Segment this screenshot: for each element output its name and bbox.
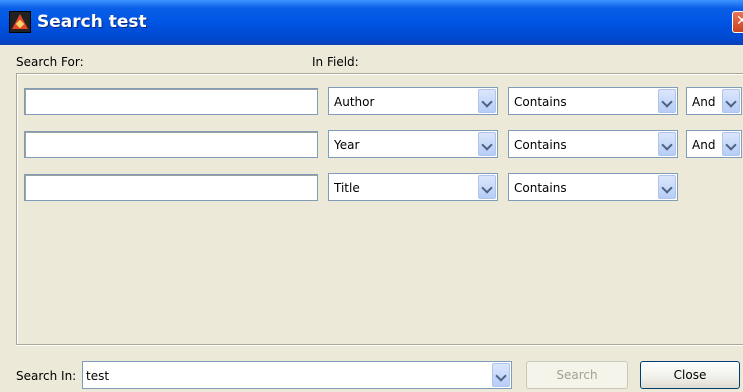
close-button[interactable]: Close bbox=[640, 361, 740, 389]
connector-select-2[interactable]: And bbox=[686, 130, 742, 158]
window-close-icon[interactable]: ✕ bbox=[732, 11, 743, 33]
window-title: Search test bbox=[37, 12, 147, 32]
condition-select-3[interactable]: Contains bbox=[508, 173, 678, 201]
chevron-down-icon[interactable] bbox=[492, 363, 510, 387]
search-for-label: Search For: bbox=[16, 55, 84, 69]
field-select-value: Year bbox=[334, 138, 360, 152]
chevron-down-icon[interactable] bbox=[658, 89, 676, 113]
search-button[interactable]: Search bbox=[526, 361, 628, 389]
chevron-down-icon[interactable] bbox=[722, 89, 740, 113]
connector-select-value: And bbox=[692, 138, 716, 152]
condition-select-value: Contains bbox=[514, 95, 567, 109]
field-select-3[interactable]: Title bbox=[328, 173, 498, 201]
in-field-label: In Field: bbox=[312, 55, 359, 69]
title-bar: Search test ✕ bbox=[0, 0, 743, 45]
condition-select-1[interactable]: Contains bbox=[508, 87, 678, 115]
chevron-down-icon[interactable] bbox=[722, 132, 740, 156]
chevron-down-icon[interactable] bbox=[478, 89, 496, 113]
field-select-value: Author bbox=[334, 95, 375, 109]
chevron-down-icon[interactable] bbox=[658, 175, 676, 199]
search-text-input-1[interactable] bbox=[24, 88, 318, 115]
search-in-label: Search In: bbox=[16, 369, 77, 383]
search-text-input-3[interactable] bbox=[24, 174, 318, 201]
field-select-value: Title bbox=[334, 181, 360, 195]
chevron-down-icon[interactable] bbox=[478, 175, 496, 199]
condition-select-value: Contains bbox=[514, 181, 567, 195]
chevron-down-icon[interactable] bbox=[478, 132, 496, 156]
search-in-select[interactable]: test bbox=[82, 361, 512, 389]
chevron-down-icon[interactable] bbox=[658, 132, 676, 156]
field-select-2[interactable]: Year bbox=[328, 130, 498, 158]
condition-select-2[interactable]: Contains bbox=[508, 130, 678, 158]
connector-select-1[interactable]: And bbox=[686, 87, 742, 115]
app-icon bbox=[9, 11, 31, 33]
criteria-group-divider bbox=[16, 344, 743, 346]
field-select-1[interactable]: Author bbox=[328, 87, 498, 115]
search-text-input-2[interactable] bbox=[24, 131, 318, 158]
condition-select-value: Contains bbox=[514, 138, 567, 152]
connector-select-value: And bbox=[692, 95, 716, 109]
search-in-value: test bbox=[86, 369, 110, 383]
